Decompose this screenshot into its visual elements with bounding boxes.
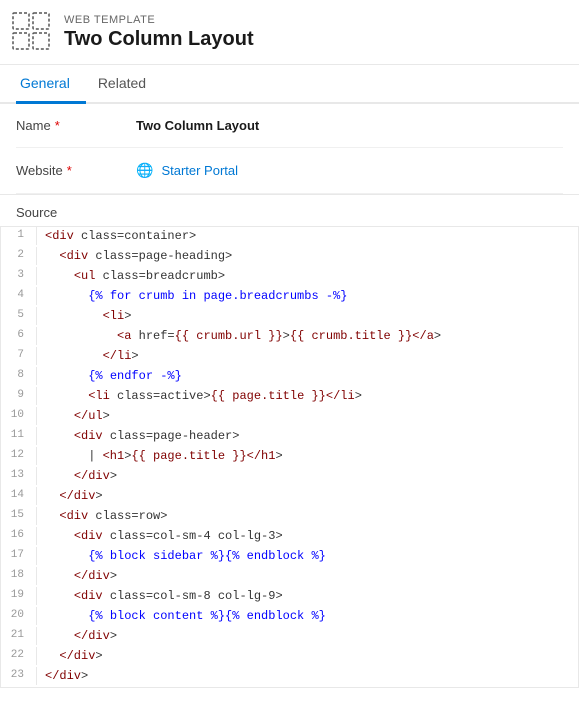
code-line: 8 {% endfor -%} [1,367,578,387]
code-content: </div> [45,667,578,686]
line-number: 1 [1,227,37,245]
code-line: 5 <li> [1,307,578,327]
code-line: 15 <div class=row> [1,507,578,527]
name-value: Two Column Layout [136,118,563,133]
code-line: 13 </div> [1,467,578,487]
code-content: <a href={{ crumb.url }}>{{ crumb.title }… [45,327,578,346]
code-line: 12 | <h1>{{ page.title }}</h1> [1,447,578,467]
code-line: 14 </div> [1,487,578,507]
code-content: <ul class=breadcrumb> [45,267,578,286]
code-content: </div> [45,567,578,586]
code-content: <div class=row> [45,507,578,526]
line-number: 18 [1,567,37,585]
tab-related[interactable]: Related [94,65,162,104]
header-text: WEB TEMPLATE Two Column Layout [64,14,254,51]
code-content: <div class=page-header> [45,427,578,446]
code-line: 22 </div> [1,647,578,667]
code-content: </div> [45,627,578,646]
page-header: WEB TEMPLATE Two Column Layout [0,0,579,65]
code-content: <div class=page-heading> [45,247,578,266]
code-line: 17 {% block sidebar %}{% endblock %} [1,547,578,567]
line-number: 13 [1,467,37,485]
form-section: Name* Two Column Layout Website* 🌐 Start… [0,104,579,194]
source-label: Source [0,194,579,226]
header-title: Two Column Layout [64,28,254,51]
line-number: 23 [1,667,37,685]
line-number: 4 [1,287,37,305]
tab-general[interactable]: General [16,65,86,104]
globe-icon: 🌐 [136,162,153,179]
line-number: 22 [1,647,37,665]
code-line: 23 </div> [1,667,578,687]
line-number: 21 [1,627,37,645]
line-number: 15 [1,507,37,525]
line-number: 10 [1,407,37,425]
code-line: 19 <div class=col-sm-8 col-lg-9> [1,587,578,607]
code-line: 3 <ul class=breadcrumb> [1,267,578,287]
web-template-icon [12,12,52,52]
code-content: </div> [45,467,578,486]
code-content: {% endfor -%} [45,367,578,386]
code-content: {% for crumb in page.breadcrumbs -%} [45,287,578,306]
code-line: 4 {% for crumb in page.breadcrumbs -%} [1,287,578,307]
name-label: Name* [16,118,136,133]
code-content: <li class=active>{{ page.title }}</li> [45,387,578,406]
code-line: 20 {% block content %}{% endblock %} [1,607,578,627]
line-number: 7 [1,347,37,365]
code-line: 7 </li> [1,347,578,367]
tab-bar: General Related [0,65,579,104]
line-number: 12 [1,447,37,465]
website-link[interactable]: Starter Portal [161,163,238,178]
line-number: 17 [1,547,37,565]
code-content: <div class=container> [45,227,578,246]
code-line: 16 <div class=col-sm-4 col-lg-3> [1,527,578,547]
code-line: 2 <div class=page-heading> [1,247,578,267]
code-line: 21 </div> [1,627,578,647]
line-number: 20 [1,607,37,625]
code-line: 1 <div class=container> [1,227,578,247]
code-content: {% block sidebar %}{% endblock %} [45,547,578,566]
code-content: | <h1>{{ page.title }}</h1> [45,447,578,466]
name-field: Name* Two Column Layout [16,104,563,148]
line-number: 16 [1,527,37,545]
line-number: 3 [1,267,37,285]
line-number: 11 [1,427,37,445]
line-number: 9 [1,387,37,405]
code-content: </div> [45,487,578,506]
name-text: Two Column Layout [136,118,259,133]
website-label: Website* [16,163,136,178]
line-number: 5 [1,307,37,325]
code-content: {% block content %}{% endblock %} [45,607,578,626]
line-number: 14 [1,487,37,505]
code-line: 9 <li class=active>{{ page.title }}</li> [1,387,578,407]
source-code-block: 1<div class=container>2 <div class=page-… [0,226,579,688]
code-content: </div> [45,647,578,666]
website-field: Website* 🌐 Starter Portal [16,148,563,194]
code-content: </li> [45,347,578,366]
code-line: 18 </div> [1,567,578,587]
code-line: 10 </ul> [1,407,578,427]
code-content: <div class=col-sm-8 col-lg-9> [45,587,578,606]
header-subtitle: WEB TEMPLATE [64,14,254,26]
line-number: 2 [1,247,37,265]
code-content: </ul> [45,407,578,426]
code-line: 6 <a href={{ crumb.url }}>{{ crumb.title… [1,327,578,347]
code-content: <li> [45,307,578,326]
line-number: 19 [1,587,37,605]
website-value: 🌐 Starter Portal [136,162,563,179]
code-content: <div class=col-sm-4 col-lg-3> [45,527,578,546]
line-number: 8 [1,367,37,385]
line-number: 6 [1,327,37,345]
code-line: 11 <div class=page-header> [1,427,578,447]
